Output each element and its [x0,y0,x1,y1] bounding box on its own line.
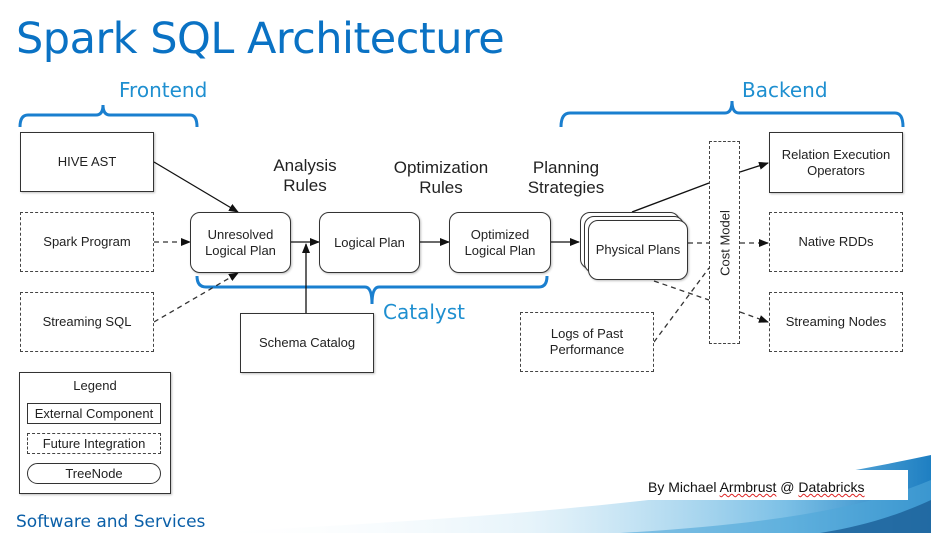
legend-treenode-text: TreeNode [65,466,123,481]
footer-software-and-services: Software and Services [16,512,206,532]
streaming-sql-node: Streaming SQL [20,292,154,352]
native-rdds-text: Native RDDs [798,234,874,249]
planning-strategies-line2: Strategies [527,178,605,197]
unresolved-line1: Unresolved [207,226,274,242]
frontend-label: Frontend [119,78,208,102]
unresolved-line2: Logical Plan [205,242,276,258]
backend-label: Backend [742,78,828,102]
hive-ast-node: HIVE AST [20,132,154,192]
physical-plans-node: Physical Plans [588,220,688,280]
logs-line2: Performance [549,342,625,357]
spark-program-text: Spark Program [43,234,131,249]
relation-line2: Operators [807,162,865,178]
edge-hive-to-unresolved [153,161,239,213]
backend-brace [559,100,905,128]
optimized-line1: Optimized [470,226,530,242]
credit-at: @ [776,479,799,495]
frontend-brace [18,104,199,128]
streaming-nodes-text: Streaming Nodes [785,314,887,329]
planning-strategies-label: Planning Strategies [516,158,616,198]
cost-model-text: Cost Model [717,209,732,276]
planning-strategies-line1: Planning [532,158,600,177]
edge-physical-to-costmodel-solid [631,182,710,213]
optimized-line2: Logical Plan [464,242,536,258]
physical-plans-text: Physical Plans [595,242,681,257]
relation-execution-operators-node: Relation Execution Operators [769,132,903,193]
optimization-rules-line1: Optimization [393,158,489,177]
hive-ast-text: HIVE AST [57,154,117,169]
catalyst-brace [195,275,549,305]
analysis-rules-line2: Rules [283,176,327,195]
edge-costmodel-to-streaming [739,311,769,323]
native-rdds-node: Native RDDs [769,212,903,272]
relation-line1: Relation Execution [781,146,891,162]
analysis-rules-label: Analysis Rules [255,156,355,196]
streaming-nodes-node: Streaming Nodes [769,292,903,352]
optimization-rules-line2: Rules [419,178,463,197]
unresolved-logical-plan-node: Unresolved Logical Plan [190,212,291,273]
analysis-rules-line1: Analysis [273,156,337,175]
credit-name: Armbrust [719,479,777,495]
legend-future-text: Future Integration [42,436,146,451]
edge-costmodel-to-relation [739,161,769,173]
logs-line1: Logs of Past [550,326,624,341]
spark-program-node: Spark Program [20,212,154,272]
schema-catalog-text: Schema Catalog [258,335,356,350]
legend: Legend External Component Future Integra… [19,372,171,494]
cost-model-node: Cost Model [709,141,740,344]
legend-future-integration: Future Integration [27,433,161,454]
schema-catalog-node: Schema Catalog [240,313,374,373]
logical-plan-node: Logical Plan [319,212,420,273]
legend-treenode: TreeNode [27,463,161,484]
catalyst-label: Catalyst [383,300,465,324]
logs-of-past-performance-node: Logs of Past Performance [520,312,654,372]
credit-company: Databricks [798,479,865,495]
logical-plan-text: Logical Plan [334,234,405,250]
legend-external-component: External Component [27,403,161,424]
credit-prefix: By Michael [648,479,720,495]
legend-title: Legend [73,378,117,393]
author-credit: By Michael Armbrust @ Databricks [648,479,865,495]
optimized-logical-plan-node: Optimized Logical Plan [449,212,551,273]
legend-external-text: External Component [34,406,154,421]
streaming-sql-text: Streaming SQL [42,314,132,329]
edge-physical-to-costmodel-lower [653,280,710,301]
optimization-rules-label: Optimization Rules [381,158,501,198]
